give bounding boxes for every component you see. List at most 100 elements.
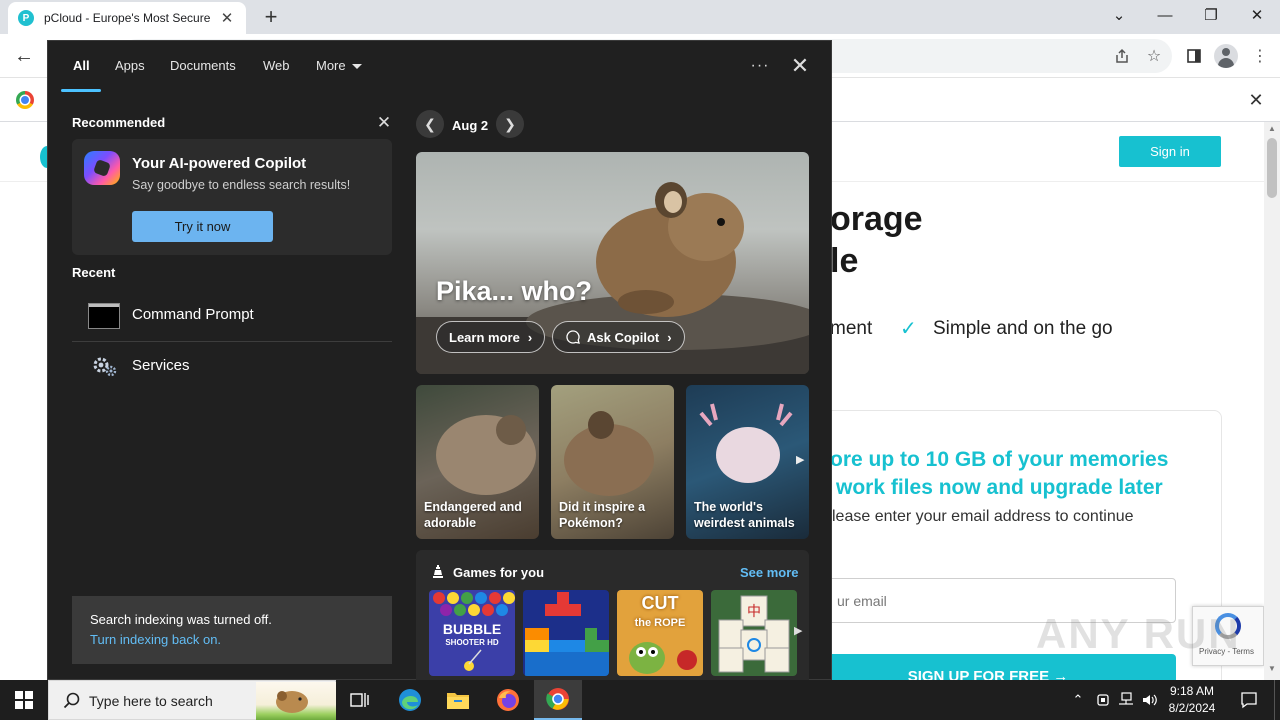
game-tile-mahjong[interactable]: 中 bbox=[711, 590, 797, 676]
indexing-message: Search indexing was turned off. bbox=[90, 612, 272, 627]
bookmark-star-icon[interactable]: ☆ bbox=[1142, 44, 1166, 68]
clock-date: 8/2/2024 bbox=[1168, 701, 1216, 715]
dismiss-recommended-icon[interactable]: ✕ bbox=[374, 113, 394, 133]
back-arrow-icon[interactable]: ← bbox=[10, 42, 38, 70]
chess-piece-icon bbox=[433, 565, 443, 578]
firefox-icon[interactable] bbox=[484, 680, 532, 720]
share-icon[interactable] bbox=[1110, 44, 1134, 68]
taskbar-clock[interactable]: 9:18 AM 8/2/2024 bbox=[1160, 683, 1224, 717]
notification-center-icon[interactable] bbox=[1234, 680, 1264, 720]
games-next-icon[interactable]: ▶ bbox=[794, 624, 802, 637]
show-desktop-button[interactable] bbox=[1274, 680, 1280, 720]
copilot-title: Your AI-powered Copilot bbox=[132, 155, 307, 172]
infobar-close-icon[interactable]: ✕ bbox=[1244, 88, 1268, 112]
thumb-caption: The world's weirdest animals bbox=[694, 499, 795, 531]
feature-left-text: ment bbox=[830, 318, 873, 339]
game-tile-bubble-shooter[interactable]: BUBBLE SHOOTER HD bbox=[429, 590, 515, 676]
game-title-line1: CUT bbox=[641, 593, 679, 613]
command-prompt-icon bbox=[88, 303, 120, 329]
search-scope-tabs: All Apps Documents Web More ··· ✕ bbox=[48, 41, 833, 93]
thumb-card-pokemon[interactable]: Did it inspire a Pokémon? bbox=[551, 385, 674, 539]
tab-apps[interactable]: Apps bbox=[115, 58, 145, 73]
side-panel-icon[interactable] bbox=[1182, 44, 1206, 68]
recent-item-command-prompt[interactable]: Command Prompt bbox=[72, 291, 392, 341]
thumb-card-endangered[interactable]: Endangered and adorable bbox=[416, 385, 539, 539]
games-panel: Games for you See more BUBBLE SHOOTER HD bbox=[416, 550, 809, 681]
network-icon[interactable] bbox=[1115, 680, 1137, 720]
pcloud-favicon-icon: P bbox=[18, 10, 34, 26]
thumb-caption: Endangered and adorable bbox=[424, 499, 522, 531]
caption-line2: weirdest animals bbox=[694, 516, 795, 530]
volume-icon[interactable] bbox=[1139, 680, 1161, 720]
tab-web[interactable]: Web bbox=[263, 58, 290, 73]
carousel-next-icon[interactable]: ▶ bbox=[796, 453, 806, 469]
hero-heading-line1: orage bbox=[830, 200, 923, 238]
tab-search-chevron-icon[interactable]: ⌄ bbox=[1096, 0, 1142, 30]
recent-heading: Recent bbox=[72, 265, 116, 280]
ask-copilot-button[interactable]: Ask Copilot › bbox=[552, 321, 685, 353]
chevron-right-icon: › bbox=[527, 329, 533, 345]
caption-line2: Pokémon? bbox=[559, 516, 623, 530]
promo-line2: work files now and upgrade later bbox=[836, 476, 1163, 499]
usb-device-icon[interactable] bbox=[1092, 680, 1114, 720]
close-flyout-icon[interactable]: ✕ bbox=[788, 53, 812, 79]
try-it-now-button[interactable]: Try it now bbox=[132, 211, 273, 242]
caret-down-icon bbox=[351, 64, 362, 70]
restore-button[interactable]: ❐ bbox=[1188, 0, 1234, 30]
game-tile-cut-the-rope[interactable]: CUT the ROPE bbox=[617, 590, 703, 676]
clock-time: 9:18 AM bbox=[1169, 684, 1215, 698]
chrome-taskbar-icon[interactable] bbox=[534, 680, 582, 720]
thumb-card-weirdest[interactable]: The world's weirdest animals bbox=[686, 385, 809, 539]
thumb-caption: Did it inspire a Pokémon? bbox=[559, 499, 645, 531]
hero-heading-line2: le bbox=[830, 242, 859, 280]
previous-day-button[interactable]: ❮ bbox=[416, 110, 444, 138]
next-day-button[interactable]: ❯ bbox=[496, 110, 524, 138]
highlight-date: Aug 2 bbox=[452, 118, 489, 133]
caption-line2: adorable bbox=[424, 516, 477, 530]
search-highlight-hero[interactable]: Pika... who? Learn more › Ask Copilot › bbox=[416, 152, 809, 374]
recommended-heading: Recommended bbox=[72, 115, 166, 130]
game-title-line2: the ROPE bbox=[634, 617, 686, 629]
tab-all[interactable]: All bbox=[73, 58, 90, 73]
tab-documents[interactable]: Documents bbox=[170, 58, 236, 73]
new-tab-button[interactable]: + bbox=[258, 4, 284, 30]
minimize-button[interactable]: — bbox=[1142, 0, 1188, 30]
recent-item-services[interactable]: Services bbox=[72, 342, 392, 392]
task-view-icon[interactable] bbox=[336, 680, 384, 720]
taskbar-search-box[interactable]: Type here to search bbox=[48, 680, 336, 720]
browser-tab[interactable]: P pCloud - Europe's Most Secure Cl ✕ bbox=[8, 2, 246, 34]
caption-line1: Endangered and bbox=[424, 500, 522, 514]
scroll-down-arrow-icon[interactable]: ▼ bbox=[1264, 664, 1280, 678]
chevron-left-icon: ❮ bbox=[424, 115, 436, 132]
search-icon bbox=[63, 692, 80, 709]
anyrun-watermark: ANY RUN bbox=[1036, 610, 1241, 657]
page-scrollbar[interactable]: ▲ ▼ bbox=[1264, 122, 1280, 680]
scroll-thumb[interactable] bbox=[1267, 138, 1277, 198]
close-window-button[interactable]: ✕ bbox=[1234, 0, 1280, 30]
chrome-menu-icon[interactable]: ⋮ bbox=[1248, 44, 1272, 68]
start-button[interactable] bbox=[0, 680, 48, 720]
learn-more-label: Learn more bbox=[449, 329, 520, 345]
see-more-link[interactable]: See more bbox=[740, 565, 799, 580]
learn-more-button[interactable]: Learn more › bbox=[436, 321, 546, 353]
game-tile-tetris[interactable] bbox=[523, 590, 609, 676]
windows-logo-icon bbox=[15, 691, 33, 709]
caption-line1: Did it inspire a bbox=[559, 500, 646, 514]
chrome-logo-icon bbox=[16, 91, 34, 109]
mahjong-art: 中 bbox=[718, 595, 790, 673]
tab-close-icon[interactable]: ✕ bbox=[218, 9, 236, 27]
file-explorer-icon[interactable] bbox=[434, 680, 482, 720]
edge-icon[interactable] bbox=[386, 680, 434, 720]
chevron-right-icon: › bbox=[667, 329, 672, 345]
more-options-icon[interactable]: ··· bbox=[748, 51, 772, 81]
scroll-up-arrow-icon[interactable]: ▲ bbox=[1264, 124, 1280, 138]
tray-overflow-chevron-icon[interactable]: ⌃ bbox=[1068, 680, 1088, 720]
games-heading: Games for you bbox=[453, 565, 545, 580]
search-highlight-image bbox=[256, 682, 336, 720]
game-title-line1: BUBBLE bbox=[442, 621, 502, 637]
turn-indexing-on-link[interactable]: Turn indexing back on. bbox=[90, 632, 221, 647]
active-tab-indicator bbox=[61, 89, 101, 92]
sign-in-button[interactable]: Sign in bbox=[1119, 136, 1221, 167]
profile-avatar-icon[interactable] bbox=[1214, 44, 1238, 68]
tab-more[interactable]: More bbox=[316, 58, 362, 73]
